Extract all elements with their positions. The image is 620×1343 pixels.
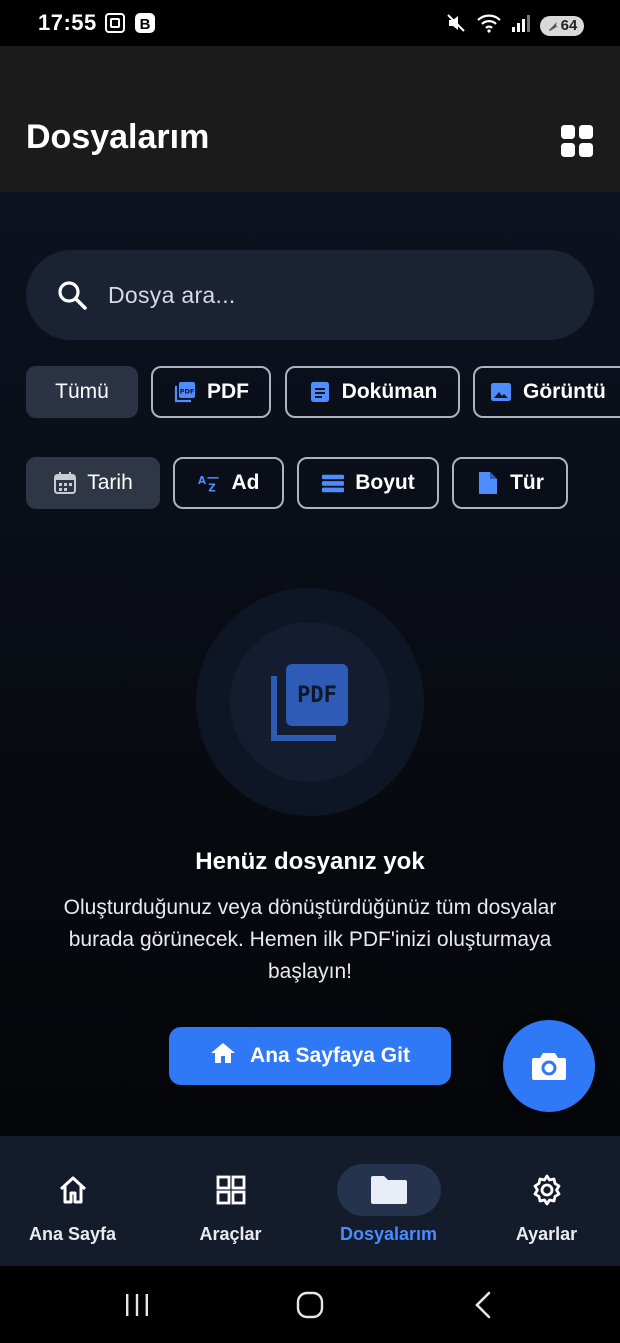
grid-view-button[interactable] xyxy=(560,124,594,158)
nav-item-settings[interactable]: Ayarlar xyxy=(469,1136,620,1266)
go-home-button[interactable]: Ana Sayfaya Git xyxy=(169,1027,451,1085)
b-app-icon: B xyxy=(134,12,156,39)
image-icon xyxy=(489,380,513,404)
empty-state-illustration: PDF xyxy=(196,588,424,816)
sort-az-icon: AZ xyxy=(198,471,222,495)
filter-chip-pdf[interactable]: PDF PDF xyxy=(151,366,271,418)
filter-chip-document[interactable]: Doküman xyxy=(285,366,460,418)
camera-fab-button[interactable] xyxy=(503,1020,595,1112)
recent-apps-icon xyxy=(126,1294,148,1316)
pdf-icon: PDF xyxy=(173,380,197,404)
storage-icon xyxy=(321,471,345,495)
folder-icon xyxy=(336,1164,441,1216)
filter-chip-label: Doküman xyxy=(341,380,438,403)
filter-chip-image[interactable]: Görüntü xyxy=(473,366,620,418)
grid-view-icon xyxy=(561,125,593,157)
sort-chip-size[interactable]: Boyut xyxy=(297,457,439,509)
nav-item-tools[interactable]: Araçlar xyxy=(153,1136,308,1266)
status-right-icons: 64 xyxy=(445,12,584,39)
svg-text:Z: Z xyxy=(208,483,215,495)
screenshot-icon xyxy=(104,12,126,39)
status-bar: 17:55 B 64 xyxy=(0,0,620,46)
search-placeholder: Dosya ara... xyxy=(108,281,236,308)
nav-item-label: Ana Sayfa xyxy=(28,1224,117,1244)
nav-item-label: Dosyalarım xyxy=(339,1224,438,1244)
sort-chip-date[interactable]: Tarih xyxy=(26,457,160,509)
status-time: 17:55 xyxy=(38,10,97,35)
svg-text:A: A xyxy=(198,475,206,487)
home-icon xyxy=(210,1041,236,1071)
sort-chip-label: Tarih xyxy=(87,471,133,494)
svg-text:B: B xyxy=(140,16,151,33)
home-circle-icon xyxy=(296,1291,324,1319)
empty-state-title: Henüz dosyanız yok xyxy=(195,848,425,875)
home-outline-icon xyxy=(21,1164,125,1216)
filter-chip-label: PDF xyxy=(207,380,249,403)
nav-item-label: Ayarlar xyxy=(515,1224,578,1244)
go-home-label: Ana Sayfaya Git xyxy=(250,1044,410,1067)
sort-chip-label: Boyut xyxy=(355,471,415,494)
system-navigation-bar xyxy=(0,1266,620,1343)
filter-chip-all[interactable]: Tümü xyxy=(26,366,138,418)
camera-icon xyxy=(532,1053,566,1080)
sort-chip-name[interactable]: AZ Ad xyxy=(173,457,284,509)
app-bar: Dosyalarım xyxy=(0,46,620,192)
file-icon xyxy=(476,471,500,495)
status-left-icons: B xyxy=(104,12,156,39)
nav-item-label: Araçlar xyxy=(199,1224,262,1244)
files-content: Dosya ara... Tümü PDF PDF Doküman Görünt… xyxy=(0,192,620,1136)
filter-chip-label: Tümü xyxy=(55,380,109,403)
signal-icon xyxy=(511,12,531,39)
battery-icon: 64 xyxy=(540,15,584,36)
wifi-icon xyxy=(476,12,502,39)
nav-item-files[interactable]: Dosyalarım xyxy=(311,1136,466,1266)
sort-chip-label: Tür xyxy=(510,471,544,494)
home-system-button[interactable] xyxy=(290,1288,330,1322)
empty-state-description: Oluşturduğunuz veya dönüştürdüğünüz tüm … xyxy=(63,896,557,983)
tools-grid-icon xyxy=(179,1164,283,1216)
calendar-icon xyxy=(53,471,77,495)
document-icon xyxy=(308,380,332,404)
svg-text:PDF: PDF xyxy=(180,388,195,396)
nav-item-home[interactable]: Ana Sayfa xyxy=(0,1136,150,1266)
bottom-navigation: Ana Sayfa Araçlar Dosyalarım Ayarlar xyxy=(0,1136,620,1266)
mute-icon xyxy=(445,12,467,39)
sort-chip-label: Ad xyxy=(231,471,260,494)
page-title: Dosyalarım xyxy=(26,118,210,156)
back-chevron-icon xyxy=(475,1291,491,1319)
sort-chip-type[interactable]: Tür xyxy=(452,457,568,509)
back-button[interactable] xyxy=(464,1288,504,1322)
recent-apps-button[interactable] xyxy=(117,1288,157,1322)
svg-text:PDF: PDF xyxy=(297,683,337,708)
battery-level: 64 xyxy=(560,17,578,34)
pdf-stack-icon: PDF xyxy=(271,664,348,741)
search-input[interactable]: Dosya ara... xyxy=(26,250,594,340)
settings-gear-icon xyxy=(495,1164,599,1216)
filter-chip-label: Görüntü xyxy=(523,380,606,403)
search-icon xyxy=(54,277,90,313)
